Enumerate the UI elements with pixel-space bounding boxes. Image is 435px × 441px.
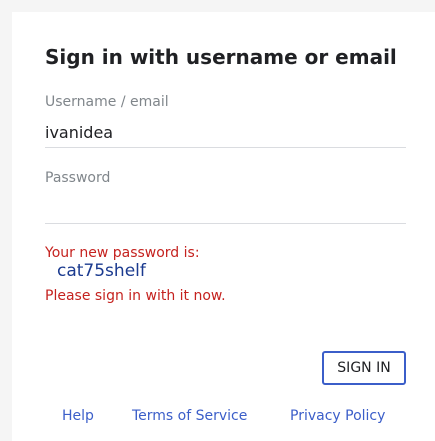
sign-in-button[interactable]: SIGN IN — [322, 351, 406, 385]
password-label: Password — [45, 170, 111, 186]
page-title: Sign in with username or email — [45, 45, 397, 69]
help-link[interactable]: Help — [62, 408, 94, 424]
new-password-message: Your new password is: — [45, 245, 200, 261]
signin-instruction: Please sign in with it now. — [45, 288, 226, 304]
signin-card: Sign in with username or email Username … — [12, 12, 435, 441]
username-input[interactable] — [45, 118, 406, 148]
terms-of-service-link[interactable]: Terms of Service — [132, 408, 247, 424]
new-password-value: cat75shelf — [57, 261, 146, 281]
username-label: Username / email — [45, 94, 169, 110]
privacy-policy-link[interactable]: Privacy Policy — [290, 408, 385, 424]
password-input[interactable] — [45, 194, 406, 224]
